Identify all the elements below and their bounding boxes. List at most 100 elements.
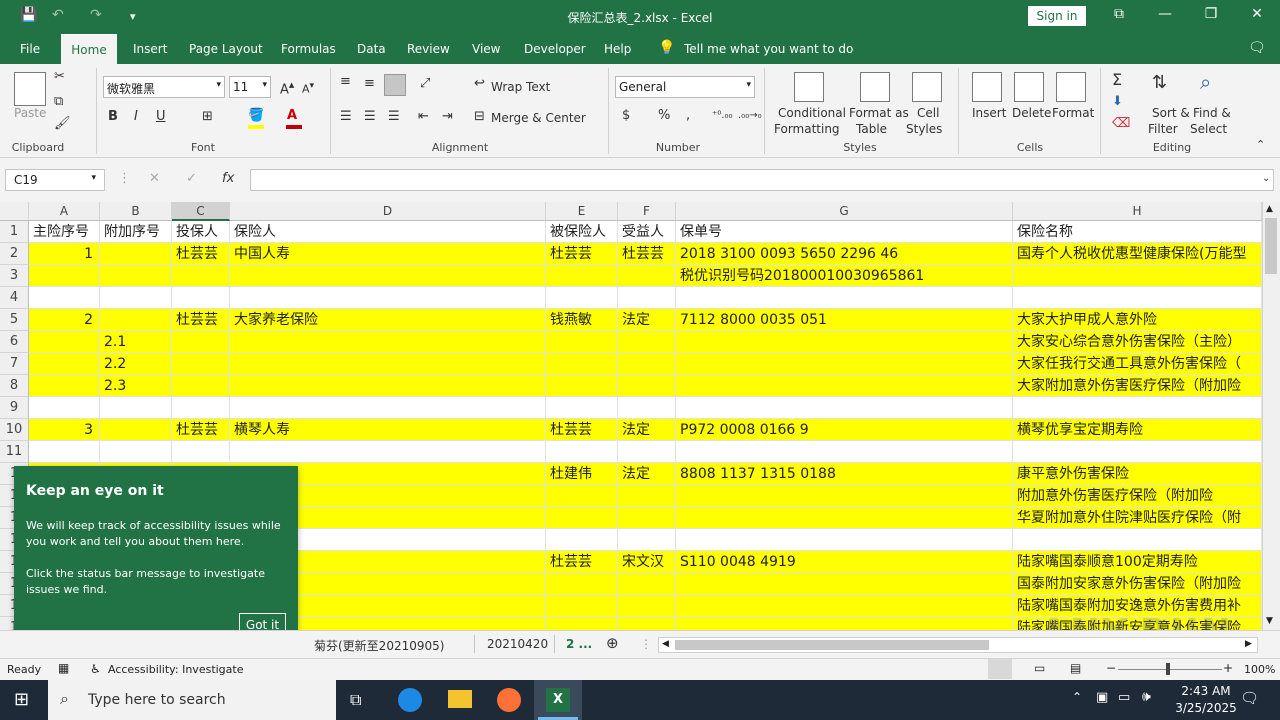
cell-f[interactable]: 法定 [618, 419, 676, 441]
page-layout-view-icon[interactable]: ▭ [1034, 661, 1045, 675]
cell-g[interactable]: 税优识别号码201800010030965861 [676, 265, 1013, 287]
menu-help[interactable]: Help [604, 42, 631, 56]
select-all-corner[interactable] [0, 202, 29, 221]
cell-g[interactable] [676, 573, 1013, 595]
align-top-icon[interactable]: ≡ [340, 74, 351, 89]
cell-h[interactable] [1013, 265, 1262, 287]
cell-e[interactable] [546, 441, 618, 463]
cell-f[interactable] [618, 507, 676, 529]
number-format-select[interactable]: General ▾ [615, 76, 755, 98]
column-header-g[interactable]: G [676, 202, 1013, 221]
windows-start-icon[interactable]: ⊞ [14, 689, 29, 710]
cell-f[interactable] [618, 265, 676, 287]
orientation-icon[interactable]: ⤢ [420, 76, 430, 91]
cell-h[interactable]: 国泰附加安家意外伤害保险（附加险 [1013, 573, 1262, 595]
row-header[interactable]: 10 [0, 419, 29, 441]
cell-e[interactable] [546, 375, 618, 397]
cell-f[interactable]: 受益人 [618, 221, 676, 243]
format-cells-label[interactable]: Format [1052, 106, 1094, 120]
notification-icon[interactable]: 🗨 [1240, 689, 1259, 707]
column-header-f[interactable]: F [618, 202, 676, 221]
column-header-h[interactable]: H [1013, 202, 1262, 221]
close-icon[interactable]: ✕ [1242, 6, 1272, 22]
expand-formula-icon[interactable]: ⌄ [1262, 173, 1270, 184]
cell-h[interactable]: 大家大护甲成人意外险 [1013, 309, 1262, 331]
cell-d[interactable]: 横琴人寿 [230, 419, 546, 441]
zoom-level[interactable]: 100% [1244, 663, 1275, 676]
italic-icon[interactable]: I [134, 109, 138, 124]
zoom-in-icon[interactable]: + [1223, 661, 1233, 675]
paste-icon[interactable] [14, 72, 46, 106]
task-view-icon[interactable]: ⧉ [350, 690, 361, 710]
row-header[interactable]: 6 [0, 331, 29, 353]
cell-e[interactable] [546, 507, 618, 529]
scroll-down-icon[interactable]: ▼ [1266, 616, 1273, 626]
page-break-view-icon[interactable]: ▤ [1070, 661, 1081, 675]
delete-cells-icon[interactable] [1014, 72, 1044, 102]
increase-font-icon[interactable]: A▴ [280, 78, 294, 97]
tell-me-input[interactable]: Tell me what you want to do [684, 42, 853, 56]
enter-icon[interactable]: ✓ [186, 171, 197, 186]
cell-h[interactable]: 大家任我行交通工具意外伤害保险（ [1013, 353, 1262, 375]
cell-h[interactable]: 大家附加意外伤害医疗保险（附加险 [1013, 375, 1262, 397]
conditional-formatting-label-1[interactable]: Conditional [778, 106, 846, 120]
cell-f[interactable] [618, 617, 676, 630]
sign-in-button[interactable]: Sign in [1028, 6, 1086, 26]
increase-indent-icon[interactable]: ⇥ [442, 109, 453, 124]
fill-icon[interactable]: ⬇ [1112, 94, 1123, 109]
cell-f[interactable] [618, 287, 676, 309]
align-bottom-icon[interactable] [384, 74, 406, 96]
cell-e[interactable]: 杜建伟 [546, 463, 618, 485]
cell-h[interactable]: 横琴优享宝定期寿险 [1013, 419, 1262, 441]
sort-filter-icon[interactable]: ⇅ [1152, 72, 1167, 93]
cell-d[interactable] [230, 287, 546, 309]
cell-h[interactable] [1013, 441, 1262, 463]
cell-c[interactable]: 杜芸芸 [172, 419, 230, 441]
cell-h[interactable]: 附加意外伤害医疗保险（附加险 [1013, 485, 1262, 507]
bold-icon[interactable]: B [108, 109, 118, 124]
decrease-font-icon[interactable]: A▾ [302, 80, 314, 96]
autosum-icon[interactable]: Σ [1112, 70, 1122, 89]
more-icon[interactable]: ⋮ [118, 171, 131, 186]
menu-insert[interactable]: Insert [133, 42, 167, 56]
row-header[interactable]: 4 [0, 287, 29, 309]
cell-c[interactable]: 杜芸芸 [172, 309, 230, 331]
cell-f[interactable]: 杜芸芸 [618, 243, 676, 265]
taskbar-search-box[interactable]: ⌕ Type here to search [48, 680, 336, 720]
cell-g[interactable]: 8808 1137 1315 0188 [676, 463, 1013, 485]
clear-icon[interactable]: ⌫ [1112, 116, 1130, 131]
taskbar-time[interactable]: 2:43 AM [1168, 684, 1244, 698]
cell-e[interactable] [546, 331, 618, 353]
cell-g[interactable] [676, 331, 1013, 353]
edge-icon[interactable] [398, 688, 422, 712]
cell-h[interactable]: 大家安心综合意外伤害保险（主险） [1013, 331, 1262, 353]
cell-b[interactable] [100, 419, 172, 441]
cell-b[interactable] [100, 243, 172, 265]
comma-icon[interactable]: , [686, 108, 690, 123]
zoom-out-icon[interactable]: − [1106, 661, 1116, 675]
format-as-table-icon[interactable] [860, 72, 890, 102]
cell-c[interactable]: 投保人 [172, 221, 230, 243]
cell-c[interactable] [172, 375, 230, 397]
row-header[interactable]: 7 [0, 353, 29, 375]
cell-b[interactable] [100, 397, 172, 419]
file-explorer-icon[interactable] [448, 690, 472, 708]
cell-c[interactable] [172, 287, 230, 309]
new-sheet-icon[interactable]: ⊕ [606, 634, 619, 652]
scroll-up-icon[interactable]: ▲ [1266, 204, 1273, 214]
fill-color-icon[interactable]: 🪣 [248, 108, 264, 123]
copy-icon[interactable]: ⧉ [54, 94, 63, 109]
currency-icon[interactable]: $ [622, 108, 630, 123]
cell-e[interactable] [546, 485, 618, 507]
cell-d[interactable] [230, 353, 546, 375]
sort-filter-label-2[interactable]: Filter [1148, 122, 1178, 136]
format-cells-icon[interactable] [1056, 72, 1086, 102]
sheet-tab-2[interactable]: 20210420 [487, 637, 548, 651]
cell-e[interactable]: 杜芸芸 [546, 243, 618, 265]
cell-c[interactable]: 杜芸芸 [172, 243, 230, 265]
merge-center-icon[interactable]: ⊟ [474, 109, 485, 124]
firefox-icon[interactable] [497, 688, 521, 712]
insert-function-icon[interactable]: fx [222, 171, 234, 186]
format-as-table-label-2[interactable]: Table [856, 122, 887, 136]
row-header[interactable]: 3 [0, 265, 29, 287]
